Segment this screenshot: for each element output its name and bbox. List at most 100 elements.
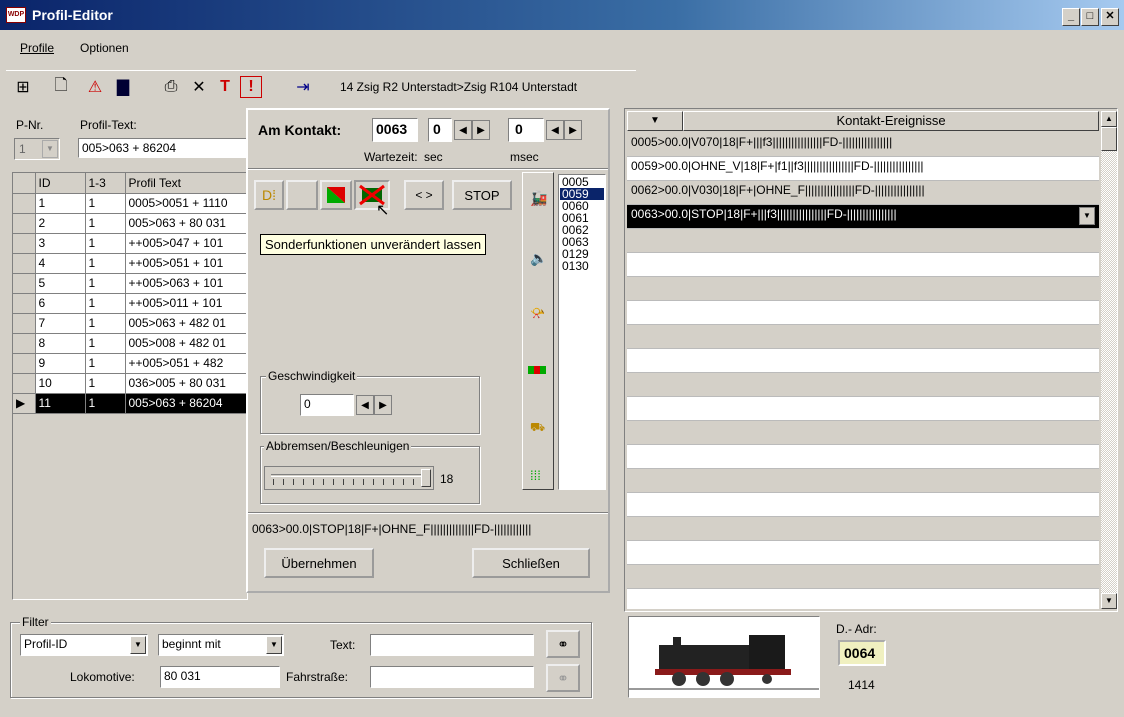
signal-light-icon[interactable]: [528, 366, 546, 374]
chevron-down-icon[interactable]: ▼: [130, 636, 146, 654]
scroll-up-button[interactable]: ▲: [1101, 111, 1117, 127]
chevron-down-icon[interactable]: ▼: [266, 636, 282, 654]
maximize-button[interactable]: □: [1081, 8, 1099, 26]
events-dropdown-button[interactable]: ▼: [627, 111, 683, 131]
column-header-group[interactable]: 1-3: [85, 173, 126, 194]
event-row-empty[interactable]: [627, 253, 1099, 277]
event-row-empty[interactable]: [627, 229, 1099, 253]
event-row-empty[interactable]: [627, 421, 1099, 445]
stop-button[interactable]: STOP: [452, 180, 512, 210]
event-row[interactable]: 0005>00.0|V070|18|F+|||f3|||||||||||||||…: [627, 133, 1099, 157]
table-row[interactable]: 6 1 ++005>011 + 101: [13, 293, 248, 314]
msec-increment-button[interactable]: ▶: [564, 120, 582, 140]
direction-button[interactable]: < >: [404, 180, 444, 210]
search-route-button[interactable]: ⚭: [546, 664, 580, 692]
speaker-icon[interactable]: 🔈: [530, 250, 547, 267]
table-row[interactable]: ▶ 11 1 005>063 + 86204: [13, 393, 248, 414]
event-row-empty[interactable]: [627, 469, 1099, 493]
light-toggle-button[interactable]: D⁞: [254, 180, 284, 210]
new-document-icon[interactable]: 🗋: [50, 76, 72, 98]
pnr-select[interactable]: 1 ▼: [14, 138, 60, 160]
table-row[interactable]: 9 1 ++005>051 + 482: [13, 353, 248, 374]
row-header[interactable]: [13, 373, 36, 394]
speed-input[interactable]: 0: [300, 394, 354, 416]
menu-options[interactable]: Optionen: [80, 41, 129, 55]
sec-increment-button[interactable]: ▶: [472, 120, 490, 140]
brake-slider-thumb[interactable]: [421, 469, 431, 487]
chevron-down-icon[interactable]: ▼: [1079, 207, 1095, 225]
apply-button[interactable]: Übernehmen: [264, 548, 374, 578]
keypad-icon[interactable]: ⁞⁞⁞: [530, 468, 541, 483]
event-row-empty[interactable]: [627, 565, 1099, 589]
filter-operator-select[interactable]: beginnt mit ▼: [158, 634, 284, 656]
event-row[interactable]: 0063>00.0|STOP|18|F+|||f3|||||||||||||||…: [627, 205, 1099, 229]
kontakt-input[interactable]: 0063: [372, 118, 418, 142]
save-icon[interactable]: ▇: [112, 76, 134, 98]
event-row[interactable]: 0059>00.0|OHNE_V|18|F+|f1||f3|||||||||||…: [627, 157, 1099, 181]
filter-field-select[interactable]: Profil-ID ▼: [20, 634, 148, 656]
table-row[interactable]: 2 1 005>063 + 80 031: [13, 213, 248, 234]
event-row-empty[interactable]: [627, 493, 1099, 517]
table-row[interactable]: 4 1 ++005>051 + 101: [13, 253, 248, 274]
event-row-empty[interactable]: [627, 397, 1099, 421]
event-row-empty[interactable]: [627, 541, 1099, 565]
column-header-profile-text[interactable]: Profil Text: [125, 173, 248, 194]
msec-input[interactable]: 0: [508, 118, 544, 142]
close-button[interactable]: ✕: [1101, 8, 1119, 26]
brake-slider[interactable]: [264, 466, 434, 490]
row-header[interactable]: [13, 193, 36, 214]
table-row[interactable]: 10 1 036>005 + 80 031: [13, 373, 248, 394]
event-row-empty[interactable]: [627, 325, 1099, 349]
delete-icon[interactable]: ✕: [188, 76, 210, 98]
column-header-id[interactable]: ID: [35, 173, 86, 194]
event-row-empty[interactable]: [627, 445, 1099, 469]
brake-ramp-button[interactable]: [320, 180, 352, 210]
contact-list-item[interactable]: 0130: [560, 260, 604, 272]
event-row[interactable]: 0062>00.0|V030|18|F+|OHNE_F|||||||||||||…: [627, 181, 1099, 205]
row-header[interactable]: [13, 293, 36, 314]
tree-icon[interactable]: ⊞: [12, 76, 34, 98]
profiltext-input[interactable]: 005>063 + 86204: [78, 138, 248, 158]
menu-profile[interactable]: Profile: [20, 41, 54, 55]
delete-profile-icon[interactable]: ⚠: [84, 76, 106, 98]
signal-icon[interactable]: T: [214, 76, 236, 98]
sec-decrement-button[interactable]: ◀: [454, 120, 472, 140]
speed-increment-button[interactable]: ▶: [374, 395, 392, 415]
row-header[interactable]: ▶: [13, 393, 36, 414]
event-row-empty[interactable]: [627, 349, 1099, 373]
row-header[interactable]: [13, 313, 36, 334]
crane-icon[interactable]: ⛟: [530, 420, 545, 436]
row-header[interactable]: [13, 253, 36, 274]
event-row-empty[interactable]: [627, 301, 1099, 325]
table-row[interactable]: 5 1 ++005>063 + 101: [13, 273, 248, 294]
locomotive-icon[interactable]: 🚂: [530, 190, 547, 207]
row-header[interactable]: [13, 233, 36, 254]
events-scrollbar[interactable]: ▲ ▼: [1101, 111, 1117, 609]
scroll-down-button[interactable]: ▼: [1101, 593, 1117, 609]
event-row-empty[interactable]: [627, 277, 1099, 301]
table-row[interactable]: 1 1 0005>0051 + 1110: [13, 193, 248, 214]
event-row-empty[interactable]: [627, 517, 1099, 541]
print-icon[interactable]: ⎙: [160, 76, 182, 98]
scroll-thumb[interactable]: [1101, 127, 1117, 151]
speed-decrement-button[interactable]: ◀: [356, 395, 374, 415]
table-row[interactable]: 7 1 005>063 + 482 01: [13, 313, 248, 334]
empty-function-button[interactable]: [286, 180, 318, 210]
route-input[interactable]: [370, 666, 534, 688]
loco-input[interactable]: 80 031: [160, 666, 280, 688]
exit-icon[interactable]: ⇥: [292, 76, 314, 98]
horn-icon[interactable]: 📯: [530, 306, 545, 320]
chevron-down-icon[interactable]: ▼: [42, 140, 58, 158]
filter-text-input[interactable]: [370, 634, 534, 656]
table-row[interactable]: 8 1 005>008 + 482 01: [13, 333, 248, 354]
row-header[interactable]: [13, 273, 36, 294]
search-text-button[interactable]: ⚭: [546, 630, 580, 658]
minimize-button[interactable]: _: [1062, 8, 1080, 26]
row-header[interactable]: [13, 333, 36, 354]
sec-input[interactable]: 0: [428, 118, 452, 142]
close-dialog-button[interactable]: Schließen: [472, 548, 590, 578]
msec-decrement-button[interactable]: ◀: [546, 120, 564, 140]
contact-listbox[interactable]: 0005 0059 0060 0061 0062 0063 0129 0130: [558, 174, 606, 490]
row-header[interactable]: [13, 353, 36, 374]
table-row[interactable]: 3 1 ++005>047 + 101: [13, 233, 248, 254]
